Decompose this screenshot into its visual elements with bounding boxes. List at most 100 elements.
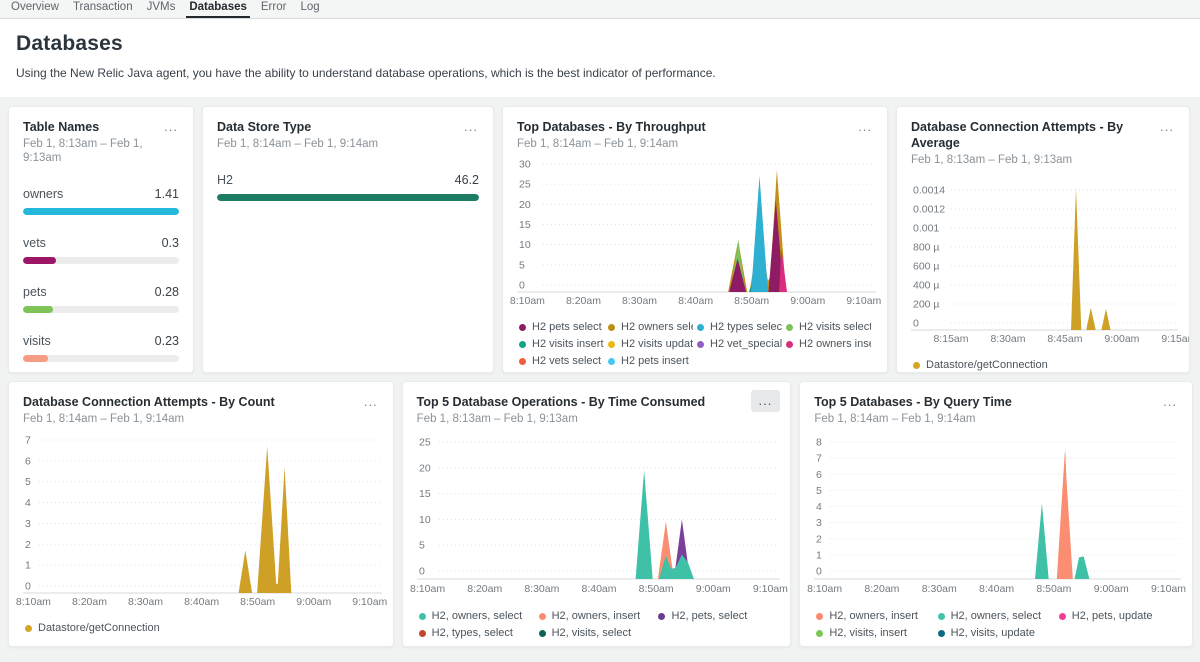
legend-label: H2 types select — [710, 321, 782, 333]
legend-label: H2, pets, update — [1072, 610, 1153, 622]
legend-label: H2 pets select — [532, 321, 602, 333]
nav-tab-log[interactable]: Log — [297, 0, 322, 18]
svg-text:30: 30 — [519, 159, 531, 171]
svg-text:20: 20 — [519, 199, 531, 211]
legend-item[interactable]: H2 visits update — [608, 338, 693, 350]
legend-dot-icon — [608, 341, 615, 348]
svg-text:6: 6 — [816, 469, 822, 481]
panel-top-databases-throughput: Top Databases - By Throughput Feb 1, 8:1… — [502, 106, 888, 373]
svg-text:0.001: 0.001 — [913, 223, 939, 235]
legend-item[interactable]: H2 visits insert — [519, 338, 604, 350]
svg-text:8:10am: 8:10am — [807, 583, 842, 595]
legend-dot-icon — [697, 341, 704, 348]
legend-item[interactable]: H2, types, select — [419, 627, 535, 639]
legend-label: Datastore/getConnection — [38, 622, 160, 634]
legend-item[interactable]: H2 visits select — [786, 321, 871, 333]
svg-text:8:50am: 8:50am — [1037, 583, 1072, 595]
panel-timerange: Feb 1, 8:14am – Feb 1, 9:14am — [23, 412, 379, 426]
legend-label: H2 vets select — [532, 355, 601, 367]
bar-value: 0.28 — [155, 285, 179, 299]
svg-text:8:30am: 8:30am — [128, 596, 163, 608]
legend-dot-icon — [1059, 613, 1066, 620]
area-chart: 012345678:10am8:20am8:30am8:40am8:50am9:… — [9, 428, 393, 612]
svg-text:25: 25 — [419, 437, 431, 449]
panel-timerange: Feb 1, 8:13am – Feb 1, 9:13am — [417, 412, 777, 426]
series-datastore-getconnection — [239, 446, 292, 593]
svg-text:15: 15 — [519, 219, 531, 231]
legend-dot-icon — [519, 324, 526, 331]
svg-text:400 µ: 400 µ — [913, 280, 940, 292]
panel-menu-button[interactable]: ... — [459, 117, 483, 137]
bar-row[interactable]: owners 1.41 — [23, 187, 179, 215]
svg-text:9:10am: 9:10am — [1151, 583, 1186, 595]
svg-text:5: 5 — [25, 476, 31, 488]
legend-item[interactable]: H2, pets, update — [1059, 610, 1176, 622]
nav-tab-transaction[interactable]: Transaction — [70, 0, 136, 18]
svg-text:10: 10 — [519, 239, 531, 251]
nav-tab-jvms[interactable]: JVMs — [144, 0, 179, 18]
panel-top5-databases-query-time: Top 5 Databases - By Query Time Feb 1, 8… — [799, 381, 1193, 647]
legend-item[interactable]: H2 vet_specialti… — [697, 338, 782, 350]
legend-item[interactable]: H2 owners insert — [786, 338, 871, 350]
legend-item[interactable]: Datastore/getConnection — [25, 622, 377, 634]
panel-title: Database Connection Attempts - By Count — [23, 394, 379, 410]
legend-item[interactable]: H2, pets, select — [658, 610, 774, 622]
bar-row[interactable]: visits0.23 — [23, 334, 179, 362]
svg-text:0: 0 — [816, 566, 822, 578]
panel-title: Database Connection Attempts - By Averag… — [911, 119, 1175, 151]
bar-row[interactable]: vets 0.3 — [23, 236, 179, 264]
legend-item[interactable]: H2, owners, insert — [816, 610, 933, 622]
bar-label: vets — [23, 236, 46, 250]
panel-menu-button[interactable]: ... — [751, 390, 781, 412]
legend-item[interactable]: Datastore/getConnection — [913, 359, 1173, 371]
legend-label: H2, pets, select — [671, 610, 747, 622]
bar-value: 1.41 — [155, 187, 179, 201]
area-chart: 05101520258:10am8:20am8:30am8:40am8:50am… — [403, 428, 791, 600]
top-nav: Overview Transaction JVMs Databases Error Log — [0, 0, 1200, 19]
panel-connection-attempts-average: Database Connection Attempts - By Averag… — [896, 106, 1190, 373]
legend-item[interactable]: H2, owners, insert — [539, 610, 655, 622]
bar-row[interactable]: H246.2 — [217, 173, 479, 201]
nav-tab-error[interactable]: Error — [258, 0, 290, 18]
legend-dot-icon — [539, 613, 546, 620]
legend-item[interactable]: H2 pets insert — [608, 355, 693, 367]
bar-row[interactable]: pets0.28 — [23, 285, 179, 313]
svg-text:7: 7 — [816, 453, 822, 465]
legend-item[interactable]: H2, visits, update — [938, 627, 1055, 639]
svg-text:0: 0 — [419, 566, 425, 578]
legend-dot-icon — [419, 630, 426, 637]
panel-data-store-type: Data Store Type Feb 1, 8:14am – Feb 1, 9… — [202, 106, 494, 373]
legend-dot-icon — [608, 358, 615, 365]
legend-item[interactable]: H2 pets select — [519, 321, 604, 333]
legend-label: H2, owners, insert — [552, 610, 641, 622]
legend-item[interactable]: H2 vets select — [519, 355, 604, 367]
panel-menu-button[interactable]: ... — [853, 117, 877, 137]
legend-item[interactable]: H2, owners, select — [938, 610, 1055, 622]
panel-menu-button[interactable]: ... — [1158, 392, 1182, 412]
legend-item[interactable]: H2 types select — [697, 321, 782, 333]
bar-label: owners — [23, 187, 63, 201]
svg-text:0.0014: 0.0014 — [913, 185, 945, 197]
svg-text:8:50am: 8:50am — [240, 596, 275, 608]
legend-label: H2, owners, select — [432, 610, 522, 622]
svg-text:4: 4 — [816, 501, 822, 513]
panel-menu-button[interactable]: ... — [159, 117, 183, 137]
svg-text:15: 15 — [419, 488, 431, 500]
svg-text:8:30am: 8:30am — [524, 583, 559, 595]
panel-menu-button[interactable]: ... — [359, 392, 383, 412]
svg-text:9:10am: 9:10am — [352, 596, 387, 608]
legend-item[interactable]: H2, visits, insert — [816, 627, 933, 639]
nav-tab-overview[interactable]: Overview — [8, 0, 62, 18]
panel-timerange: Feb 1, 8:13am – Feb 1, 9:13am — [23, 137, 179, 165]
panel-title: Top 5 Database Operations - By Time Cons… — [417, 394, 777, 410]
panel-menu-button[interactable]: ... — [1155, 117, 1179, 137]
svg-text:8:50am: 8:50am — [734, 295, 769, 307]
nav-tab-databases[interactable]: Databases — [186, 0, 250, 18]
bar-value: 0.3 — [162, 236, 179, 250]
svg-text:3: 3 — [816, 517, 822, 529]
legend-item[interactable]: H2, visits, select — [539, 627, 655, 639]
legend-label: H2 pets insert — [621, 355, 689, 367]
legend-item[interactable]: H2, owners, select — [419, 610, 535, 622]
svg-text:8:50am: 8:50am — [638, 583, 673, 595]
legend-item[interactable]: H2 owners select — [608, 321, 693, 333]
